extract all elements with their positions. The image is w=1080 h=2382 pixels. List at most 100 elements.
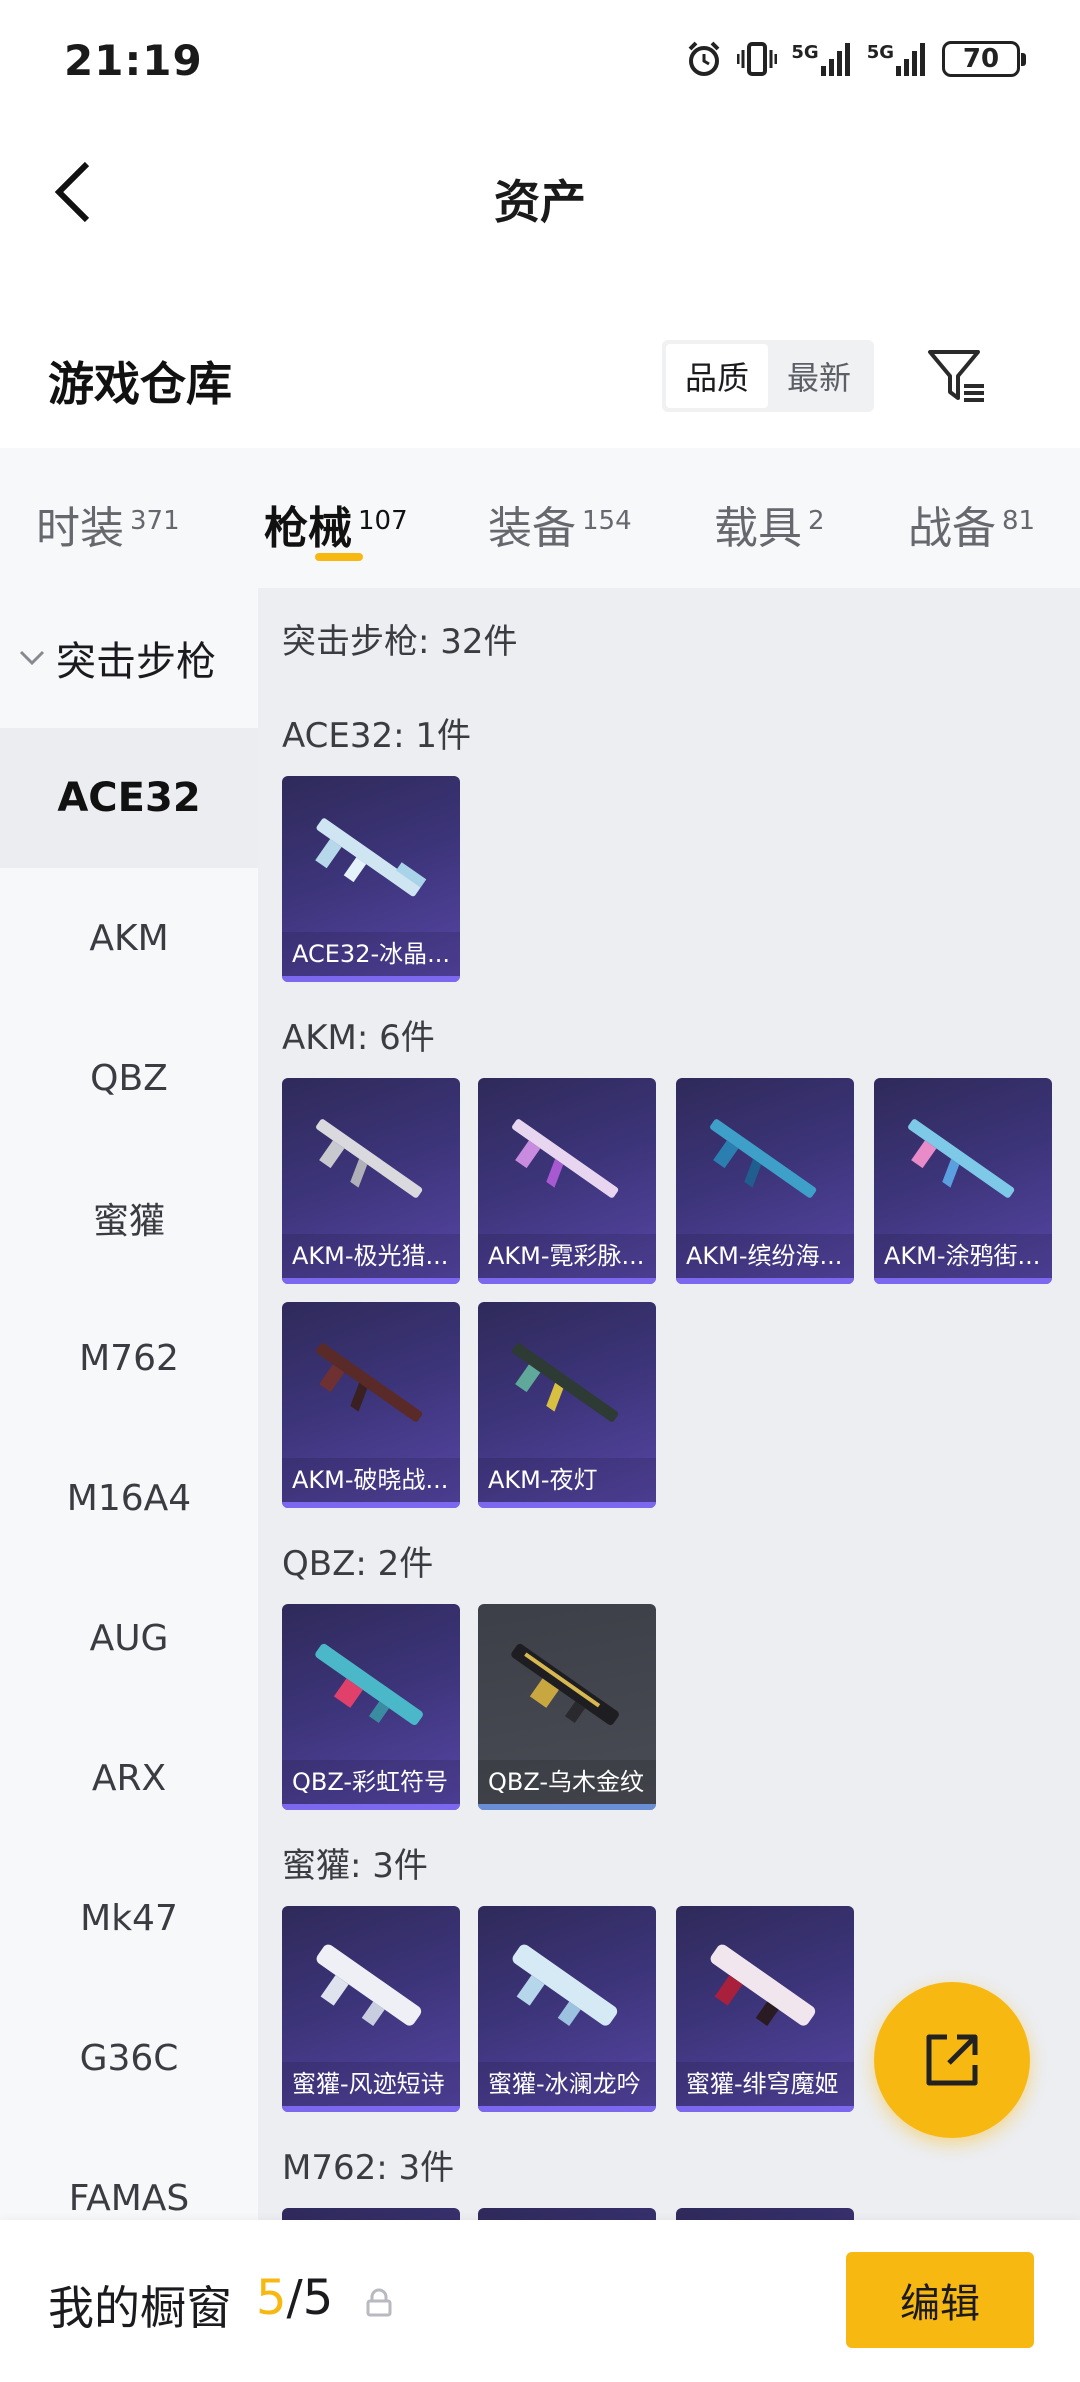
sidebar-item-m762[interactable]: M762	[0, 1288, 258, 1428]
rarity-bar	[282, 2106, 460, 2112]
showcase-total: 5	[302, 2270, 334, 2326]
rifle-skin-icon	[512, 1343, 619, 1422]
sort-latest-button[interactable]: 最新	[768, 344, 870, 408]
weapon-card-label: AKM-缤纷海...	[686, 1242, 843, 1270]
sidebar-item-famas[interactable]: FAMAS	[0, 2128, 258, 2220]
sidebar-item-honey-badger[interactable]: 蜜獾	[0, 1148, 258, 1288]
sidebar-item-ace32[interactable]: ACE32	[0, 728, 258, 868]
weapon-card[interactable]	[478, 2208, 656, 2220]
rarity-bar	[282, 1502, 460, 1508]
weapon-card-label: AKM-破晓战...	[292, 1466, 449, 1494]
rifle-skin-icon	[316, 1343, 423, 1422]
showcase-separator: /	[286, 2270, 303, 2326]
showcase-current: 5	[256, 2270, 287, 2326]
active-tab-indicator	[315, 553, 363, 561]
share-fab-button[interactable]	[874, 1982, 1030, 2138]
tab-vehicles-count: 2	[808, 506, 825, 536]
sidebar-item-m16a4[interactable]: M16A4	[0, 1428, 258, 1568]
tab-supplies-label: 战备	[908, 503, 996, 554]
rarity-bar	[282, 976, 460, 982]
section-title-akm: AKM: 6件	[282, 1018, 435, 1058]
weapon-sidenav: 突击步枪 ACE32 AKM QBZ 蜜獾 M762 M16A4 AUG ARX…	[0, 588, 258, 2220]
weapon-card[interactable]: QBZ-彩虹符号	[282, 1604, 460, 1810]
sidebar-item-arx[interactable]: ARX	[0, 1708, 258, 1848]
tab-vehicles-label: 载具	[714, 503, 802, 554]
tab-supplies[interactable]: 战备 81	[908, 492, 1035, 556]
showcase-count: 5/5	[256, 2270, 333, 2326]
rarity-bar	[478, 1502, 656, 1508]
edit-button[interactable]: 编辑	[846, 2252, 1034, 2348]
rifle-skin-icon	[710, 1944, 816, 2026]
weapon-card[interactable]: AKM-霓彩脉...	[478, 1078, 656, 1284]
weapon-card[interactable]: 蜜獾-风迹短诗	[282, 1906, 460, 2112]
page-title: 资产	[494, 175, 586, 229]
nav-group-assault-rifles[interactable]: 突击步枪	[0, 588, 258, 728]
weapon-card-label: ACE32-冰晶...	[292, 940, 451, 968]
weapon-card[interactable]: ACE32-冰晶...	[282, 776, 460, 982]
showcase-label: 我的橱窗	[48, 2281, 232, 2335]
weapon-card[interactable]: AKM-涂鸦街...	[874, 1078, 1052, 1284]
rifle-skin-icon	[316, 1119, 423, 1198]
weapon-card[interactable]: AKM-极光猎...	[282, 1078, 460, 1284]
tab-supplies-count: 81	[1002, 506, 1036, 536]
chevron-down-icon	[19, 650, 45, 666]
lock-icon	[366, 2288, 392, 2317]
section-title-honey-badger: 蜜獾: 3件	[282, 1846, 428, 1886]
tab-guns-label: 枪械	[264, 503, 352, 554]
tab-fashion-count: 371	[130, 506, 180, 536]
signal-5g-label-1: 5G	[791, 42, 819, 63]
weapon-card[interactable]: AKM-缤纷海...	[676, 1078, 854, 1284]
alarm-icon	[688, 41, 720, 76]
nav-group-label: 突击步枪	[56, 639, 216, 685]
header: 资产	[0, 126, 1080, 256]
tab-guns-count: 107	[358, 506, 408, 536]
weapon-card[interactable]: 蜜獾-冰澜龙吟	[478, 1906, 656, 2112]
section-title-m762: M762: 3件	[282, 2148, 455, 2188]
battery-icon: 70	[942, 41, 1026, 77]
tab-equipment-label: 装备	[488, 503, 576, 554]
weapon-card[interactable]: 蜜獾-绯穹魔姬	[676, 1906, 854, 2112]
weapon-card[interactable]	[282, 2208, 460, 2220]
tab-equipment[interactable]: 装备 154	[488, 492, 632, 556]
tab-vehicles[interactable]: 载具 2	[714, 492, 825, 556]
tab-guns[interactable]: 枪械 107	[264, 492, 408, 556]
share-external-icon	[926, 2034, 978, 2086]
rifle-skin-icon	[908, 1119, 1015, 1198]
weapon-card[interactable]: AKM-夜灯	[478, 1302, 656, 1508]
sort-toggle: 品质 最新	[662, 340, 874, 412]
warehouse-title: 游戏仓库	[48, 357, 232, 411]
sidebar-item-akm[interactable]: AKM	[0, 868, 258, 1008]
weapon-card-label: 蜜獾-风迹短诗	[292, 2070, 445, 2098]
rarity-bar	[478, 2106, 656, 2112]
weapon-card-label: AKM-夜灯	[488, 1466, 598, 1494]
weapon-card-label: AKM-霓彩脉...	[488, 1242, 645, 1270]
rifle-skin-icon	[315, 1643, 423, 1726]
rarity-bar	[874, 1278, 1052, 1284]
signal-5g-icon-1: 5G	[791, 42, 852, 76]
rarity-bar	[676, 1278, 854, 1284]
rifle-skin-icon	[511, 1643, 619, 1726]
category-tabs: 时装 371 枪械 107 装备 154 载具 2 战备 81	[0, 448, 1080, 588]
status-bar: 21:19 5G 5G 70	[0, 0, 1080, 126]
tab-fashion-label: 时装	[36, 503, 124, 554]
sidebar-item-g36c[interactable]: G36C	[0, 1988, 258, 2128]
filter-button[interactable]	[926, 346, 988, 408]
tab-fashion[interactable]: 时装 371	[36, 492, 180, 556]
rifle-skin-icon	[316, 1944, 422, 2026]
weapon-card-label: QBZ-彩虹符号	[292, 1768, 449, 1796]
sidebar-item-mk47[interactable]: Mk47	[0, 1848, 258, 1988]
rifle-skin-icon	[315, 818, 427, 897]
rifle-skin-icon	[512, 1119, 619, 1198]
weapon-card[interactable]	[676, 2208, 854, 2220]
rarity-bar	[282, 1804, 460, 1810]
weapon-card[interactable]: QBZ-乌木金纹	[478, 1604, 656, 1810]
weapon-card[interactable]: AKM-破晓战...	[282, 1302, 460, 1508]
tab-equipment-count: 154	[582, 506, 632, 536]
weapon-card-label: 蜜獾-绯穹魔姬	[686, 2070, 839, 2098]
filter-icon	[928, 350, 984, 402]
sidebar-item-qbz[interactable]: QBZ	[0, 1008, 258, 1148]
sidebar-item-aug[interactable]: AUG	[0, 1568, 258, 1708]
sort-quality-button[interactable]: 品质	[666, 344, 768, 408]
weapon-card-label: 蜜獾-冰澜龙吟	[488, 2070, 641, 2098]
rifle-skin-icon	[710, 1119, 817, 1198]
